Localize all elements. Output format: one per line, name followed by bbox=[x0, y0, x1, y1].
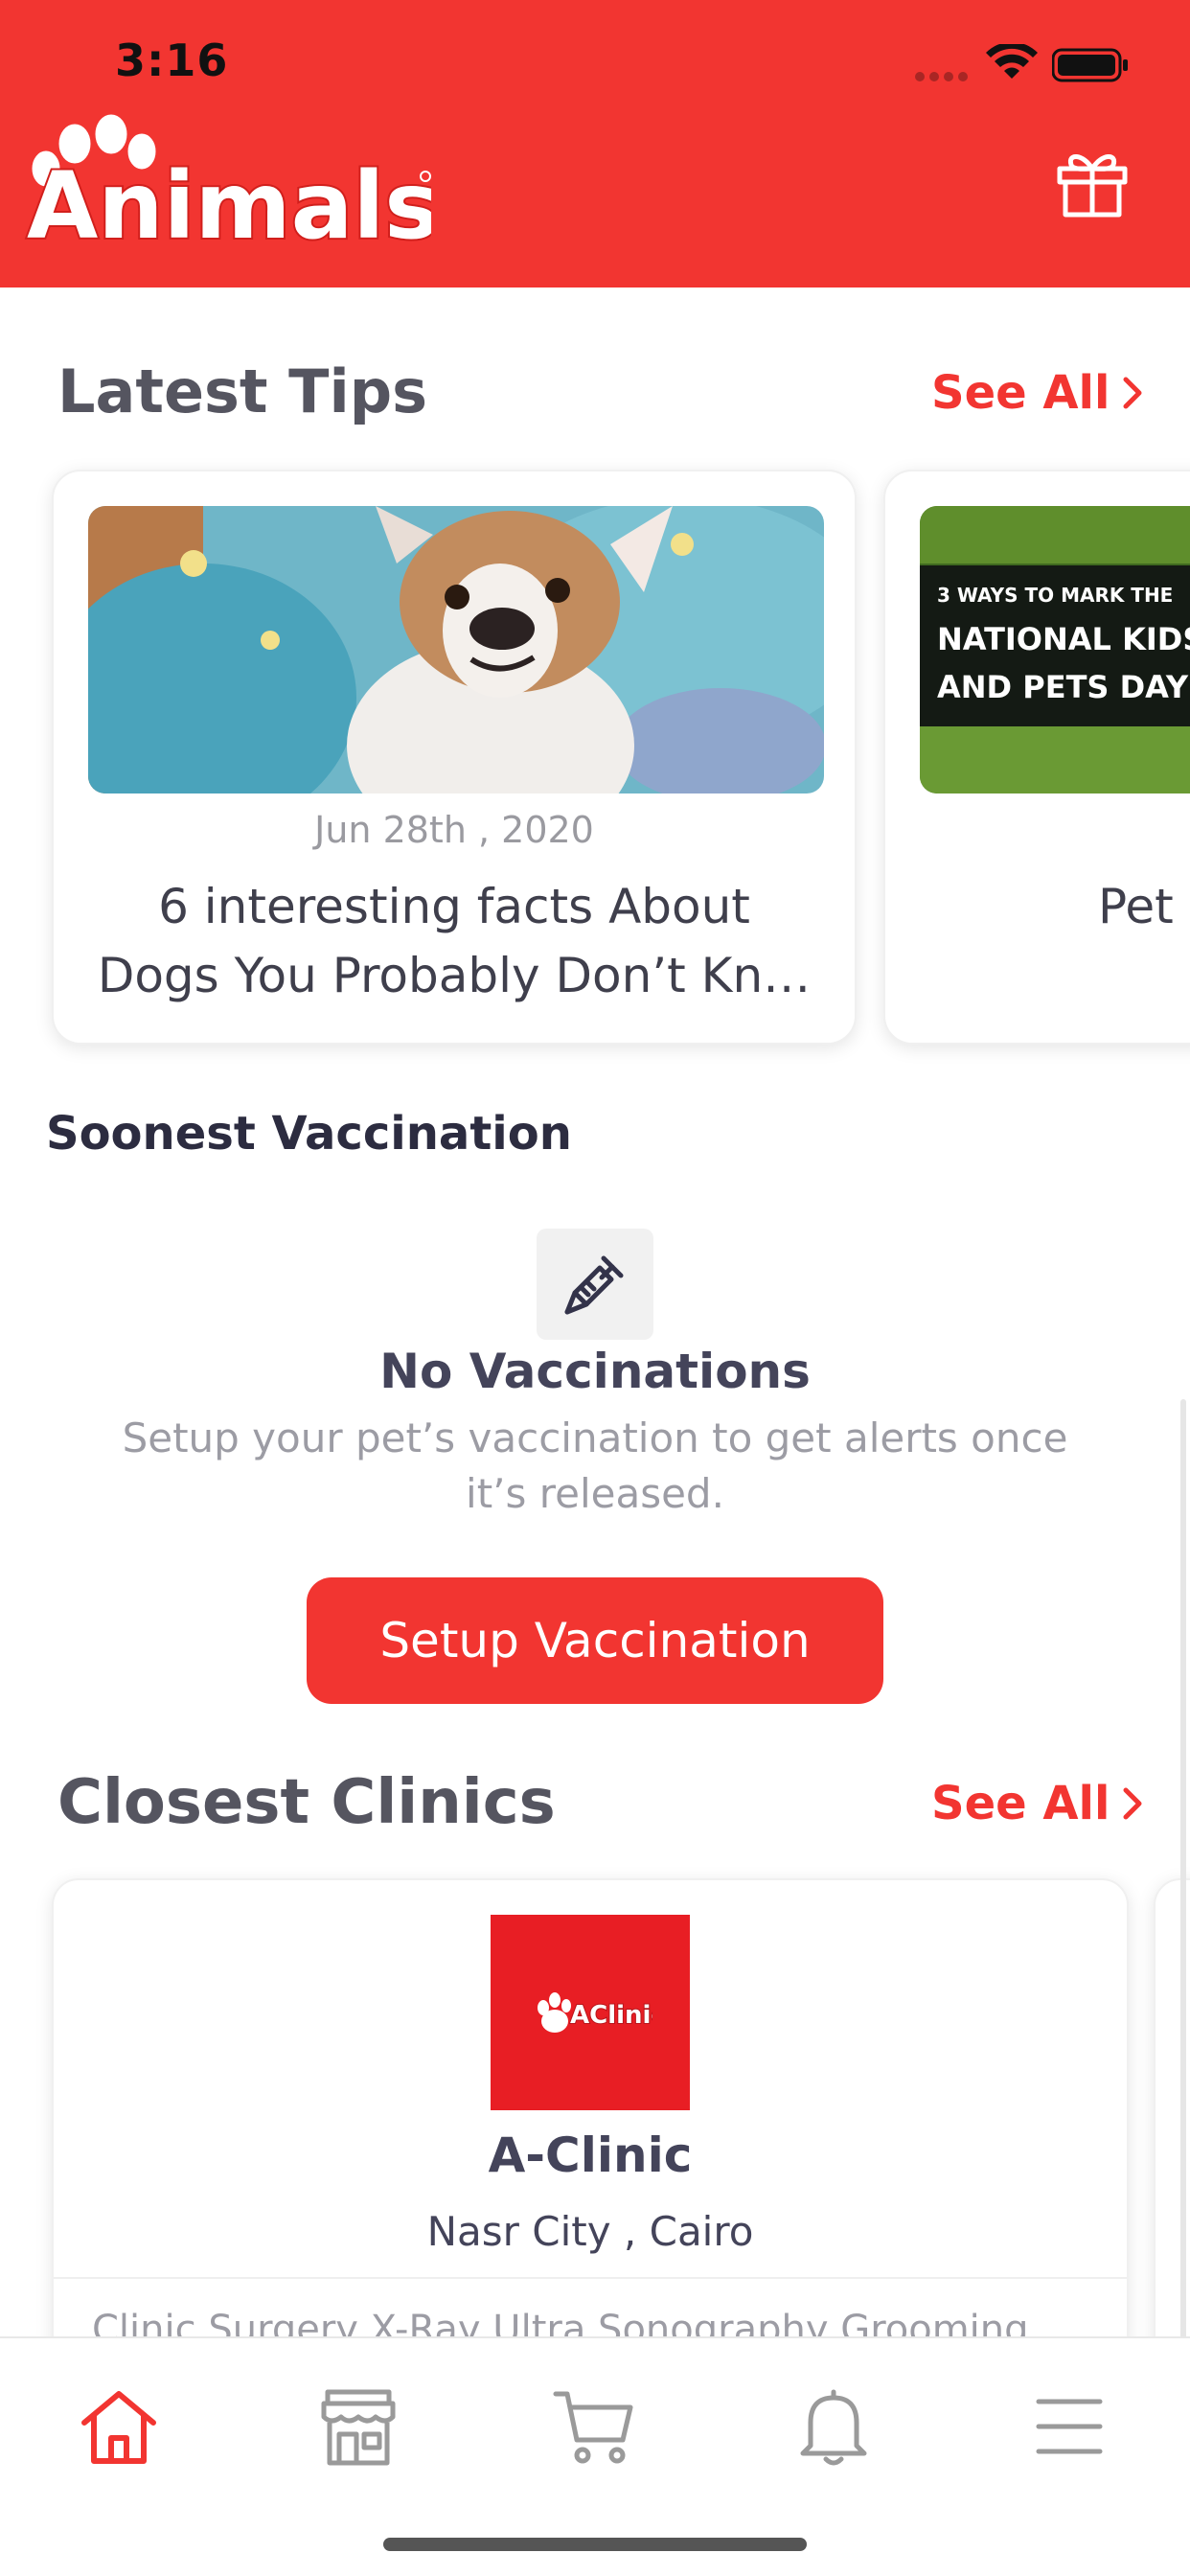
clinic-logo: AClinic bbox=[491, 1915, 690, 2110]
chevron-right-icon bbox=[1123, 377, 1142, 409]
svg-text:AND PETS DAY: AND PETS DAY bbox=[937, 669, 1189, 705]
signal-icon bbox=[915, 67, 973, 81]
no-vaccinations-description: Setup your pet’s vaccination to get aler… bbox=[122, 1414, 1068, 1517]
latest-tips-see-all[interactable]: See All bbox=[931, 366, 1146, 420]
closest-clinics-title: Closest Clinics bbox=[57, 1767, 556, 1838]
setup-vaccination-button[interactable]: Setup Vaccination bbox=[307, 1577, 883, 1704]
battery-icon bbox=[1052, 48, 1128, 82]
animals-logo: Animals bbox=[25, 114, 431, 252]
status-bar: 3:16 bbox=[0, 0, 1190, 125]
tip-date: Jun 28th , 2020 bbox=[314, 809, 594, 851]
see-all-label[interactable]: See All bbox=[931, 1777, 1110, 1830]
tab-menu[interactable] bbox=[1021, 2379, 1117, 2474]
chevron-right-icon bbox=[1123, 1787, 1142, 1820]
svg-text:Animals: Animals bbox=[27, 152, 431, 252]
store-icon bbox=[321, 2389, 396, 2466]
tip-card[interactable]: 3 WAYS TO MARK THE NATIONAL KIDS AND PET… bbox=[883, 470, 1190, 1045]
tab-store[interactable] bbox=[310, 2379, 406, 2474]
menu-icon bbox=[1036, 2399, 1103, 2454]
vaccination-placeholder bbox=[537, 1229, 653, 1340]
clinic-location: Nasr City , Cairo bbox=[426, 2208, 754, 2255]
tab-cart[interactable] bbox=[546, 2379, 642, 2474]
closest-clinics-see-all[interactable]: See All bbox=[931, 1777, 1146, 1830]
home-icon bbox=[81, 2391, 156, 2464]
tip-image-kids-pets: 3 WAYS TO MARK THE NATIONAL KIDS AND PET… bbox=[920, 506, 1190, 794]
svg-text:AClinic: AClinic bbox=[570, 2001, 652, 2030]
home-indicator bbox=[383, 2538, 807, 2551]
tip-date: J bbox=[1173, 809, 1190, 851]
divider bbox=[54, 2277, 1127, 2279]
tip-title: 6 interesting facts About Dogs You Proba… bbox=[97, 879, 812, 1003]
tip-card[interactable]: Jun 28th , 2020 6 interesting facts Abou… bbox=[52, 470, 857, 1045]
cart-icon bbox=[553, 2391, 633, 2464]
app-header: 3:16 Animals bbox=[0, 0, 1190, 288]
wifi-icon bbox=[986, 44, 1038, 79]
tab-notifications[interactable] bbox=[786, 2379, 881, 2474]
no-vaccinations-title: No Vaccinations bbox=[379, 1344, 811, 1399]
scrollbar[interactable] bbox=[1180, 1399, 1186, 2358]
svg-text:3 WAYS TO MARK THE: 3 WAYS TO MARK THE bbox=[937, 584, 1173, 607]
see-all-label[interactable]: See All bbox=[931, 366, 1110, 420]
tip-title: Pet bbox=[1098, 879, 1174, 934]
bell-icon bbox=[800, 2389, 867, 2466]
syringe-icon bbox=[564, 1255, 624, 1315]
status-time: 3:16 bbox=[115, 34, 229, 86]
clinic-name: A-Clinic bbox=[488, 2128, 693, 2183]
latest-tips-title: Latest Tips bbox=[57, 356, 427, 426]
gift-icon[interactable] bbox=[1054, 144, 1131, 220]
svg-text:NATIONAL KIDS: NATIONAL KIDS bbox=[937, 621, 1190, 657]
tip-image-dog bbox=[88, 506, 824, 794]
tab-home[interactable] bbox=[71, 2379, 167, 2474]
vaccination-title: Soonest Vaccination bbox=[46, 1107, 572, 1161]
